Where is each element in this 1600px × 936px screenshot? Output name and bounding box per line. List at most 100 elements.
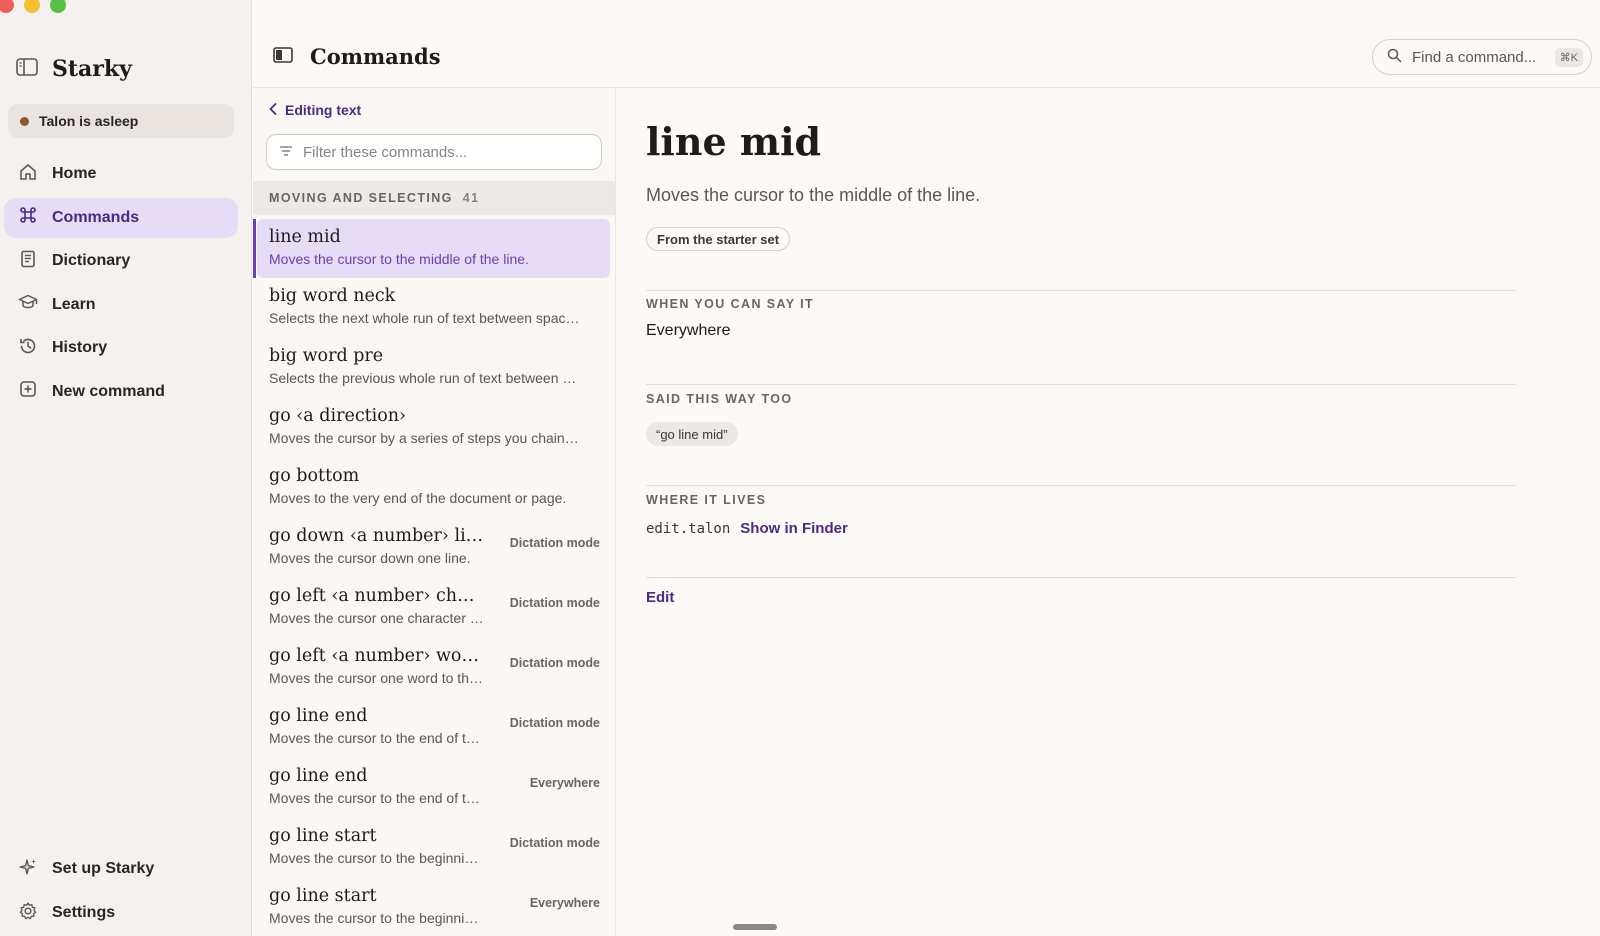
list-item[interactable]: go left ‹a number› characters Moves the …: [253, 578, 615, 638]
list-item-desc: Selects the previous whole run of text b…: [269, 370, 581, 386]
status-text: Talon is asleep: [39, 113, 139, 129]
show-in-finder-link[interactable]: Show in Finder: [740, 520, 848, 537]
command-icon: [18, 205, 38, 230]
list-item-title: big word neck: [269, 286, 396, 306]
back-link-label: Editing text: [285, 102, 362, 118]
search-icon: [1387, 48, 1402, 67]
list-item[interactable]: go bottom Moves to the very end of the d…: [253, 458, 615, 518]
list-item[interactable]: go line end Moves the cursor to the end …: [253, 758, 615, 818]
detail-title: line mid: [646, 119, 822, 164]
list-item-desc: Moves to the very end of the document or…: [269, 490, 567, 506]
when-label: WHEN YOU CAN SAY IT: [646, 297, 815, 311]
detail-description: Moves the cursor to the middle of the li…: [646, 185, 981, 205]
list-item-title: go left ‹a number› characters: [269, 586, 484, 606]
sidebar: Starky Talon is asleep Home Commands Dic…: [0, 0, 252, 936]
page-title: Commands: [310, 44, 441, 69]
sidebar-item-new-command[interactable]: New command: [4, 372, 238, 412]
mode-badge: Dictation mode: [509, 836, 600, 850]
resize-handle[interactable]: [733, 924, 777, 930]
sidebar-item-home[interactable]: Home: [4, 154, 238, 194]
list-item-title: go line start: [269, 886, 377, 906]
panel-toggle-icon[interactable]: [273, 47, 293, 68]
list-item-desc: Moves the cursor one word to the left.: [269, 670, 484, 686]
sidebar-item-label: Learn: [52, 295, 96, 313]
sidebar-item-commands[interactable]: Commands: [4, 197, 238, 238]
command-list-pane: Editing text Filter these commands... MO…: [253, 89, 616, 936]
list-item-desc: Moves the cursor one character to the le…: [269, 610, 484, 626]
list-item-title: go line end: [269, 766, 368, 786]
sidebar-item-settings[interactable]: Settings: [4, 893, 238, 933]
list-item[interactable]: go down ‹a number› lines Moves the curso…: [253, 518, 615, 578]
alt-phrase-chip: “go line mid”: [646, 422, 738, 446]
sidebar-item-learn[interactable]: Learn: [4, 285, 238, 325]
list-item[interactable]: go line end Moves the cursor to the end …: [253, 698, 615, 758]
mode-badge: Everywhere: [529, 776, 600, 790]
sidebar-bottom-nav: Set up Starky Settings: [4, 849, 238, 936]
command-detail: line mid Moves the cursor to the middle …: [617, 89, 1600, 936]
window-controls: [0, 0, 66, 13]
graduation-cap-icon: [18, 292, 38, 317]
list-item-title: big word pre: [269, 346, 384, 366]
sidebar-item-label: Dictionary: [52, 252, 131, 269]
filter-input[interactable]: Filter these commands...: [266, 134, 602, 170]
list-item[interactable]: big word pre Selects the previous whole …: [253, 338, 615, 398]
sidebar-item-label: New command: [52, 382, 165, 400]
list-item-desc: Moves the cursor by a series of steps yo…: [269, 430, 581, 446]
list-item-desc: Moves the cursor to the beginning of the…: [269, 910, 484, 926]
list-item-title: go line end: [269, 706, 368, 726]
sidebar-item-label: History: [52, 339, 108, 356]
file-name: edit.talon: [646, 520, 731, 537]
file-location: edit.talon Show in Finder: [646, 520, 848, 537]
brand: Starky: [16, 56, 132, 82]
list-item[interactable]: go ‹a direction› Moves the cursor by a s…: [253, 398, 615, 458]
sidebar-nav: Home Commands Dictionary Learn History N…: [4, 154, 238, 415]
mode-badge: Dictation mode: [509, 716, 600, 730]
list-item-title: go ‹a direction›: [269, 406, 407, 426]
list-item-desc: Moves the cursor down one line.: [269, 550, 471, 566]
toolbar: Commands Find a command... ⌘K: [253, 0, 1600, 88]
list-item-desc: Selects the next whole run of text betwe…: [269, 310, 581, 326]
command-search[interactable]: Find a command... ⌘K: [1372, 39, 1592, 75]
chevron-left-icon: [269, 102, 277, 118]
divider: [646, 290, 1516, 291]
sidebar-item-history[interactable]: History: [4, 328, 238, 368]
divider: [646, 577, 1516, 578]
zoom-window-button[interactable]: [50, 0, 66, 13]
group-count: 41: [462, 191, 480, 205]
minimize-window-button[interactable]: [24, 0, 40, 13]
book-icon: [18, 249, 38, 274]
close-window-button[interactable]: [0, 0, 14, 13]
sparkle-icon: [18, 857, 38, 882]
talon-status[interactable]: Talon is asleep: [8, 104, 234, 138]
sidebar-item-setup[interactable]: Set up Starky: [4, 849, 238, 889]
mode-badge: Dictation mode: [509, 656, 600, 670]
sidebar-item-label: Set up Starky: [52, 860, 155, 877]
group-header: MOVING AND SELECTING 41: [253, 181, 615, 215]
shortcut-badge: ⌘K: [1554, 47, 1583, 67]
history-icon: [18, 336, 38, 361]
list-item-desc: Moves the cursor to the end of the line.: [269, 790, 484, 806]
alt-label: SAID THIS WAY TOO: [646, 392, 793, 406]
mode-badge: Dictation mode: [509, 536, 600, 550]
list-item-selected[interactable]: line mid Moves the cursor to the middle …: [253, 219, 610, 278]
gear-icon: [18, 901, 38, 926]
list-item-desc: Moves the cursor to the beginning of the…: [269, 850, 484, 866]
list-item-title: go down ‹a number› lines: [269, 526, 484, 546]
list-item[interactable]: go line start Moves the cursor to the be…: [253, 818, 615, 878]
sidebar-item-label: Home: [52, 165, 97, 182]
list-item[interactable]: go left ‹a number› words Moves the curso…: [253, 638, 615, 698]
sidebar-item-dictionary[interactable]: Dictionary: [4, 241, 238, 281]
list-item-title: go left ‹a number› words: [269, 646, 484, 666]
edit-link[interactable]: Edit: [646, 589, 674, 606]
list-item-title: line mid: [269, 227, 341, 247]
list-item-desc: Moves the cursor to the middle of the li…: [269, 251, 529, 267]
sidebar-toggle-icon[interactable]: [16, 57, 38, 81]
list-item[interactable]: big word neck Selects the next whole run…: [253, 278, 615, 338]
status-dot-icon: [20, 116, 29, 126]
where-label: WHERE IT LIVES: [646, 493, 767, 507]
mode-badge: Everywhere: [529, 896, 600, 910]
back-link[interactable]: Editing text: [269, 102, 361, 118]
list-item[interactable]: go line start Moves the cursor to the be…: [253, 878, 615, 936]
group-title: MOVING AND SELECTING: [269, 191, 453, 205]
command-list: line mid Moves the cursor to the middle …: [253, 219, 615, 936]
